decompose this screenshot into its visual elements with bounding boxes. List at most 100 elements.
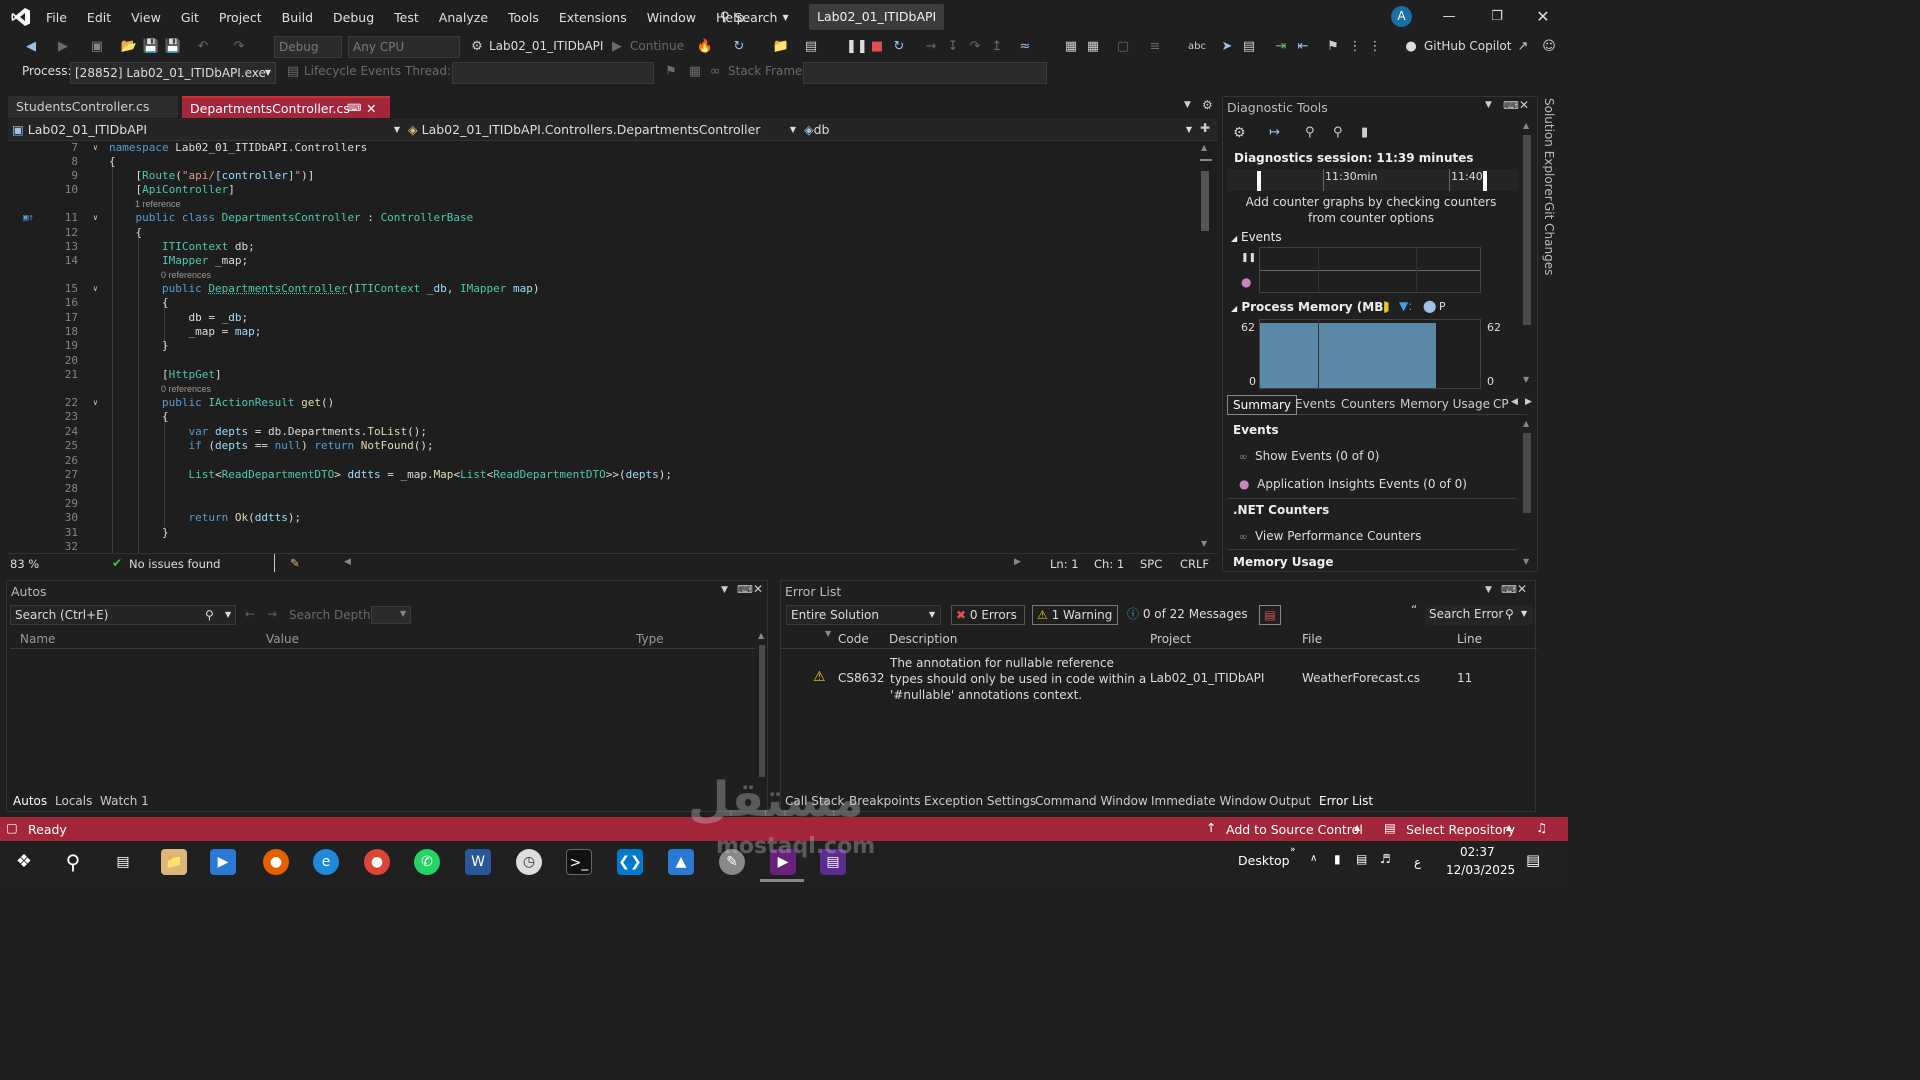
- menu-view[interactable]: View: [121, 10, 171, 25]
- vscode-icon[interactable]: ❮❯: [617, 849, 643, 875]
- feedback-icon[interactable]: ☺: [1540, 38, 1558, 56]
- stack-frame-select[interactable]: [803, 62, 1047, 84]
- close-tab-icon[interactable]: ✕: [366, 98, 376, 120]
- zoom-in-icon[interactable]: ⚲: [1305, 125, 1315, 140]
- pause-icon[interactable]: ❚❚: [846, 38, 868, 56]
- filter-icon[interactable]: ▦: [686, 63, 704, 81]
- startup-project[interactable]: Lab02_01_ITIDbAPI: [489, 39, 603, 53]
- table-row[interactable]: ⚠ CS8632 The annotation for nullable ref…: [781, 651, 1537, 705]
- search-depth-select[interactable]: ▼: [371, 606, 411, 624]
- indent-icon[interactable]: ⇥: [1272, 38, 1290, 56]
- error-file[interactable]: WeatherForecast.cs: [1302, 671, 1420, 685]
- step-out-icon[interactable]: ↥: [988, 38, 1006, 56]
- scroll-right-icon[interactable]: ▶: [1014, 557, 1021, 567]
- back-icon[interactable]: ◀: [22, 38, 40, 56]
- error-code[interactable]: CS8632: [838, 671, 885, 685]
- code-editor[interactable]: 7 ∨ namespace Lab02_01_ITIDbAPI.Controller…: [8, 141, 1198, 553]
- autos-scrollbar[interactable]: ▲: [757, 629, 767, 789]
- stop-icon[interactable]: ■: [868, 38, 886, 56]
- tab-summary[interactable]: Summary: [1227, 395, 1297, 415]
- hot-path-icon[interactable]: ≈: [1016, 38, 1034, 56]
- tab-exception-settings[interactable]: Exception Settings: [924, 794, 1036, 808]
- comment-icon[interactable]: ▢: [1114, 38, 1132, 56]
- export-icon[interactable]: ↦: [1269, 125, 1280, 140]
- zoom-level[interactable]: 83 %: [10, 557, 39, 571]
- play-icon[interactable]: ▶: [608, 38, 626, 56]
- restore-icon[interactable]: ❐: [1474, 0, 1520, 34]
- col-code[interactable]: Code: [838, 632, 869, 646]
- tab-output[interactable]: Output: [1269, 794, 1311, 808]
- close-icon[interactable]: ✕: [1519, 98, 1529, 112]
- back-arrow-icon[interactable]: ←: [245, 607, 255, 621]
- col-name[interactable]: Name: [20, 632, 55, 646]
- tab-scroll-right-icon[interactable]: ▶: [1525, 397, 1532, 407]
- windows-start-icon[interactable]: ❖: [11, 849, 37, 875]
- global-search[interactable]: ⚲ Search ▼: [714, 5, 795, 29]
- col-project[interactable]: Project: [1150, 632, 1191, 646]
- bookmark-next-icon[interactable]: ⋮: [1366, 38, 1384, 56]
- clock-date[interactable]: 12/03/2025: [1446, 863, 1515, 877]
- edge-icon[interactable]: e: [313, 849, 339, 875]
- type-nav-select[interactable]: ◈ Lab02_01_ITIDbAPI.Controllers.Departme…: [408, 121, 798, 139]
- menu-file[interactable]: File: [36, 10, 77, 25]
- build-intellisense-icon[interactable]: ▤: [1259, 605, 1281, 625]
- tab-immediate-window[interactable]: Immediate Window: [1151, 794, 1267, 808]
- open-folder-icon[interactable]: 📂: [120, 38, 138, 56]
- platform-select[interactable]: Any CPU: [348, 36, 460, 58]
- error-search-input[interactable]: Search Error ⚲ ▼: [1425, 605, 1533, 625]
- codelens-references[interactable]: 0 references: [161, 383, 211, 395]
- refresh-icon[interactable]: ↻: [730, 38, 748, 56]
- undo-icon[interactable]: ↶: [194, 38, 212, 56]
- pin-icon[interactable]: ⌨: [737, 583, 753, 596]
- memory-heading[interactable]: ◢ Process Memory (MB): [1231, 300, 1389, 314]
- add-to-source-control-button[interactable]: Add to Source Control: [1226, 822, 1363, 837]
- menu-extensions[interactable]: Extensions: [549, 10, 637, 25]
- step-into-icon[interactable]: ↧: [944, 38, 962, 56]
- file-explorer-icon[interactable]: 📁: [161, 849, 187, 875]
- git-changes-tab[interactable]: Git Changes: [1542, 202, 1556, 275]
- warnings-filter-button[interactable]: ⚠ 1 Warning: [1032, 605, 1118, 625]
- menu-edit[interactable]: Edit: [77, 10, 121, 25]
- summary-scrollbar[interactable]: ▲ ▼: [1521, 419, 1533, 569]
- avatar[interactable]: A: [1391, 6, 1412, 27]
- chevron-down-icon[interactable]: ▼: [721, 585, 728, 595]
- tab-autos[interactable]: Autos: [13, 794, 47, 808]
- codelens-references[interactable]: 1 reference: [135, 198, 181, 210]
- show-events-link[interactable]: ∞ Show Events (0 of 0): [1239, 449, 1379, 463]
- scope-select[interactable]: Entire Solution ▼: [786, 605, 941, 625]
- menu-build[interactable]: Build: [272, 10, 323, 25]
- col-line[interactable]: Line: [1457, 632, 1482, 646]
- flag-icon[interactable]: ⚑: [662, 63, 680, 81]
- forward-arrow-icon[interactable]: →: [267, 607, 277, 621]
- codelens-references[interactable]: 0 references: [161, 269, 211, 281]
- clock-icon[interactable]: ◷: [516, 849, 542, 875]
- pin-icon[interactable]: ⌨: [347, 98, 361, 120]
- chevron-down-icon[interactable]: ▼: [1485, 585, 1492, 595]
- zoom-out-icon[interactable]: ⚲: [1333, 125, 1343, 140]
- solution-explorer-tab[interactable]: Solution Explorer: [1542, 98, 1556, 201]
- tab-scroll-left-icon[interactable]: ◀: [1511, 397, 1518, 407]
- editor-scrollbar[interactable]: ▲ ▼: [1198, 141, 1218, 553]
- messages-filter-button[interactable]: ⓘ 0 of 22 Messages: [1127, 605, 1248, 625]
- col-type[interactable]: Type: [636, 632, 664, 646]
- memory-graph[interactable]: [1259, 319, 1481, 390]
- thread-select[interactable]: [452, 62, 654, 84]
- tab-students-controller[interactable]: StudentsController.cs: [8, 96, 178, 118]
- tab-cpu[interactable]: CP: [1493, 397, 1509, 411]
- minimize-icon[interactable]: —: [1426, 0, 1472, 34]
- folder-icon[interactable]: 📁: [772, 38, 790, 56]
- line-number[interactable]: Ln: 1: [1050, 557, 1079, 571]
- show-next-statement-icon[interactable]: →: [922, 38, 940, 56]
- share-icon[interactable]: ↗: [1514, 38, 1532, 56]
- menu-analyze[interactable]: Analyze: [429, 10, 498, 25]
- select-icon[interactable]: ➤: [1218, 38, 1236, 56]
- tab-departments-controller[interactable]: DepartmentsController.cs ⌨ ✕: [182, 96, 390, 118]
- bookmark-prev-icon[interactable]: ⋮: [1346, 38, 1364, 56]
- tab-memory-usage[interactable]: Memory Usage: [1400, 397, 1490, 411]
- menu-tools[interactable]: Tools: [498, 10, 549, 25]
- timeline-ruler[interactable]: 11:30min 11:40: [1227, 169, 1519, 191]
- parallel-stacks-icon[interactable]: ▦: [1084, 38, 1102, 56]
- tab-watch1[interactable]: Watch 1: [100, 794, 149, 808]
- line-ending[interactable]: CRLF: [1180, 557, 1209, 571]
- chevron-down-icon[interactable]: ▼: [1485, 100, 1492, 110]
